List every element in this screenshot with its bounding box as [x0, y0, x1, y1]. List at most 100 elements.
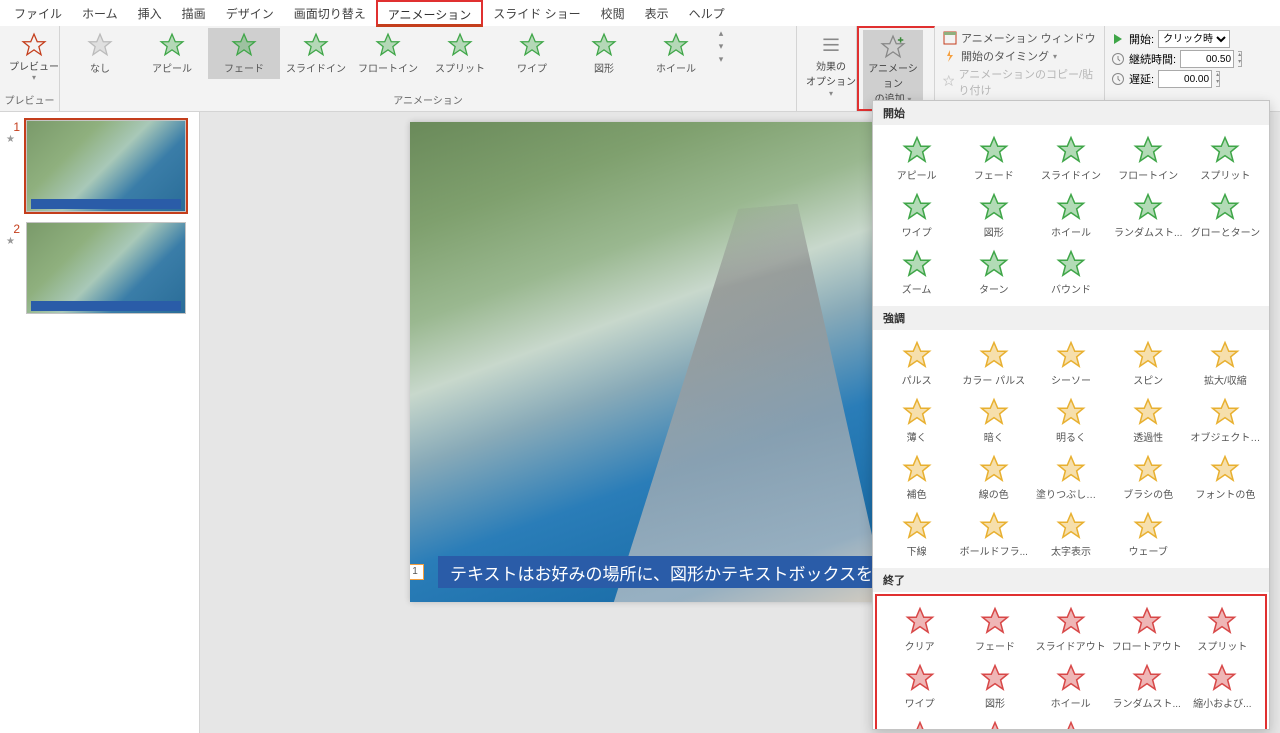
dd-item[interactable]: 塗りつぶしの色: [1033, 450, 1108, 505]
menu-home[interactable]: ホーム: [72, 1, 128, 26]
add-animation-button[interactable]: アニメーション の追加 ▾: [863, 30, 923, 109]
dd-item[interactable]: ホイール: [1034, 659, 1108, 714]
spinner-buttons[interactable]: ▴▾: [1216, 71, 1220, 87]
dd-item[interactable]: ワイプ: [883, 659, 956, 714]
menu-design[interactable]: デザイン: [216, 1, 284, 26]
add-animation-dropdown: 開始アピールフェードスライドインフロートインスプリットワイプ図形ホイールランダム…: [872, 100, 1270, 730]
gallery-item-3[interactable]: スライドイン: [280, 28, 352, 79]
dd-item[interactable]: バウンド: [1033, 245, 1108, 300]
dd-item[interactable]: スプリット: [1186, 602, 1259, 657]
dd-item[interactable]: フロートアウト: [1110, 602, 1184, 657]
dd-item[interactable]: シーソー: [1033, 336, 1108, 391]
effect-options-button[interactable]: 効果の オプション ▾: [801, 28, 861, 103]
slide-thumb-row[interactable]: 1★: [6, 120, 193, 212]
dd-item[interactable]: ズーム: [883, 716, 956, 730]
preview-button[interactable]: プレビュー ▾: [4, 28, 64, 86]
delay-input[interactable]: [1158, 70, 1212, 88]
dd-item[interactable]: フェード: [956, 131, 1031, 186]
gallery-item-8[interactable]: ホイール: [640, 28, 712, 79]
dd-item[interactable]: スプリット: [1188, 131, 1263, 186]
menu-help[interactable]: ヘルプ: [679, 1, 735, 26]
dd-item[interactable]: フォントの色: [1188, 450, 1263, 505]
dd-item-label: ワイプ: [902, 224, 932, 239]
star-icon: ★: [6, 236, 20, 247]
star-icon: [1056, 454, 1086, 484]
dd-item[interactable]: オブジェクト ...: [1188, 393, 1263, 448]
dd-item[interactable]: ズーム: [879, 245, 954, 300]
clock-icon: [1111, 52, 1125, 66]
gallery-item-5[interactable]: スプリット: [424, 28, 496, 79]
dd-item[interactable]: ウェーブ: [1111, 507, 1186, 562]
star-icon: [1207, 606, 1237, 636]
slide-thumbnail[interactable]: [26, 120, 186, 212]
dd-item[interactable]: スライドアウト: [1034, 602, 1108, 657]
menu-insert[interactable]: 挿入: [128, 1, 172, 26]
dd-item[interactable]: ホイール: [1033, 188, 1108, 243]
gallery-item-2[interactable]: フェード: [208, 28, 280, 79]
dd-item[interactable]: パルス: [879, 336, 954, 391]
gallery-item-0[interactable]: なし: [64, 28, 136, 79]
menu-file[interactable]: ファイル: [4, 1, 72, 26]
dd-item[interactable]: 明るく: [1033, 393, 1108, 448]
dd-section-title: 強調: [873, 306, 1269, 330]
duration-input[interactable]: [1180, 50, 1234, 68]
dd-item[interactable]: カラー パルス: [956, 336, 1031, 391]
dd-item[interactable]: ターン: [956, 245, 1031, 300]
animation-group-label: アニメーション: [64, 92, 792, 109]
dd-item[interactable]: 図形: [958, 659, 1031, 714]
star-icon: [980, 663, 1010, 693]
menu-view[interactable]: 表示: [635, 1, 679, 26]
slide-thumbnail[interactable]: [26, 222, 186, 314]
dd-item[interactable]: フェード: [958, 602, 1031, 657]
dd-item[interactable]: ワイプ: [879, 188, 954, 243]
dd-item[interactable]: クリア: [883, 602, 956, 657]
gallery-label: フェード: [224, 60, 264, 75]
dd-item[interactable]: スピン: [1111, 336, 1186, 391]
menu-transition[interactable]: 画面切り替え: [284, 1, 376, 26]
dd-item[interactable]: スライドイン: [1033, 131, 1108, 186]
gallery-item-4[interactable]: フロートイン: [352, 28, 424, 79]
gallery-item-6[interactable]: ワイプ: [496, 28, 568, 79]
gallery-expand[interactable]: ▴▾▾: [712, 28, 730, 65]
animation-order-tag[interactable]: 1: [410, 564, 424, 580]
dd-item-label: 塗りつぶしの色: [1036, 486, 1106, 501]
dd-item[interactable]: 拡大/収縮: [1188, 336, 1263, 391]
dd-item[interactable]: ターン: [958, 716, 1031, 730]
gallery-label: 図形: [594, 60, 614, 75]
start-select[interactable]: クリック時: [1158, 30, 1230, 48]
dd-section-title: 終了: [873, 568, 1269, 592]
star-icon: [87, 32, 113, 58]
menu-slideshow[interactable]: スライド ショー: [483, 1, 590, 26]
gallery-item-7[interactable]: 図形: [568, 28, 640, 79]
dd-item[interactable]: ランダムスト...: [1110, 659, 1184, 714]
trigger-button[interactable]: 開始のタイミング ▾: [943, 48, 1096, 64]
dd-item[interactable]: 線の色: [956, 450, 1031, 505]
dd-item[interactable]: フロートイン: [1111, 131, 1186, 186]
dd-item[interactable]: 透過性: [1111, 393, 1186, 448]
star-icon: [591, 32, 617, 58]
gallery-item-1[interactable]: アピール: [136, 28, 208, 79]
dd-item[interactable]: グローとターン: [1188, 188, 1263, 243]
slide-thumb-row[interactable]: 2★: [6, 222, 193, 314]
gallery-label: なし: [90, 60, 110, 75]
star-icon: [979, 192, 1009, 222]
star-icon: [1210, 192, 1240, 222]
dd-item[interactable]: 暗く: [956, 393, 1031, 448]
menu-draw[interactable]: 描画: [172, 1, 216, 26]
dd-item[interactable]: ブラシの色: [1111, 450, 1186, 505]
dd-item-label: 図形: [984, 224, 1004, 239]
dd-item[interactable]: 薄く: [879, 393, 954, 448]
dd-item[interactable]: 図形: [956, 188, 1031, 243]
dd-item[interactable]: 太字表示: [1033, 507, 1108, 562]
dd-item[interactable]: 下線: [879, 507, 954, 562]
menu-review[interactable]: 校閲: [591, 1, 635, 26]
dd-item[interactable]: ランダムスト...: [1111, 188, 1186, 243]
dd-item[interactable]: バウンド: [1034, 716, 1108, 730]
spinner-buttons[interactable]: ▴▾: [1238, 51, 1242, 67]
animation-pane-button[interactable]: アニメーション ウィンドウ: [943, 30, 1096, 46]
dd-item[interactable]: ボールドフラ...: [956, 507, 1031, 562]
dd-item[interactable]: 補色: [879, 450, 954, 505]
dd-item[interactable]: 縮小および...: [1186, 659, 1259, 714]
menu-animation[interactable]: アニメーション: [376, 0, 484, 27]
dd-item[interactable]: アピール: [879, 131, 954, 186]
